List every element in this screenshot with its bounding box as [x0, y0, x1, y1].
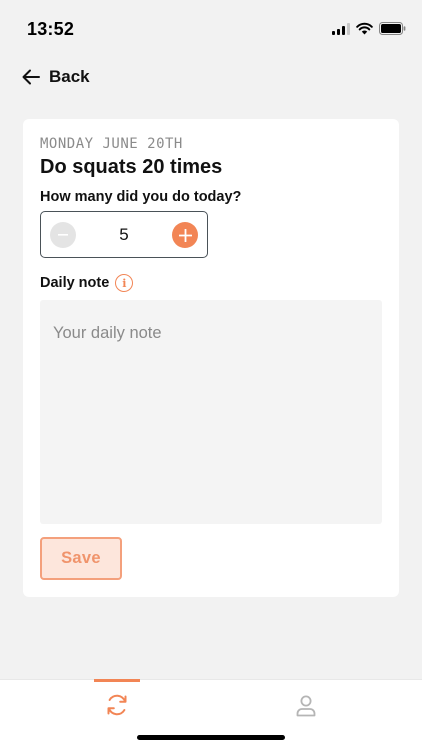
plus-icon	[178, 228, 192, 242]
task-date: MONDAY JUNE 20TH	[40, 136, 183, 152]
tab-habits[interactable]	[87, 680, 147, 730]
task-card: MONDAY JUNE 20TH Do squats 20 times How …	[23, 119, 399, 597]
refresh-icon	[107, 694, 127, 716]
increment-button[interactable]	[172, 222, 198, 248]
daily-note-input[interactable]	[40, 300, 382, 524]
status-bar: 13:52	[0, 0, 422, 56]
daily-note-label-row: Daily note i	[40, 274, 134, 292]
signal-icon	[332, 22, 350, 35]
daily-note-label: Daily note	[40, 275, 110, 291]
user-icon	[296, 695, 316, 717]
back-label: Back	[49, 67, 90, 86]
count-question-label: How many did you do today?	[40, 189, 242, 205]
home-indicator	[137, 735, 285, 740]
info-icon[interactable]: i	[115, 274, 134, 292]
wifi-icon	[356, 22, 373, 35]
screen: 13:52 Back MONDAY JUNE 20TH Do squats 20…	[0, 0, 422, 750]
status-time: 13:52	[27, 19, 75, 39]
battery-icon	[379, 22, 406, 35]
task-title: Do squats 20 times	[40, 156, 223, 178]
save-button[interactable]: Save	[40, 537, 122, 580]
arrow-left-icon	[22, 69, 40, 85]
status-icons	[332, 22, 406, 35]
count-stepper: 5	[40, 211, 208, 258]
tab-profile[interactable]	[276, 680, 336, 730]
back-button[interactable]: Back	[22, 64, 90, 90]
